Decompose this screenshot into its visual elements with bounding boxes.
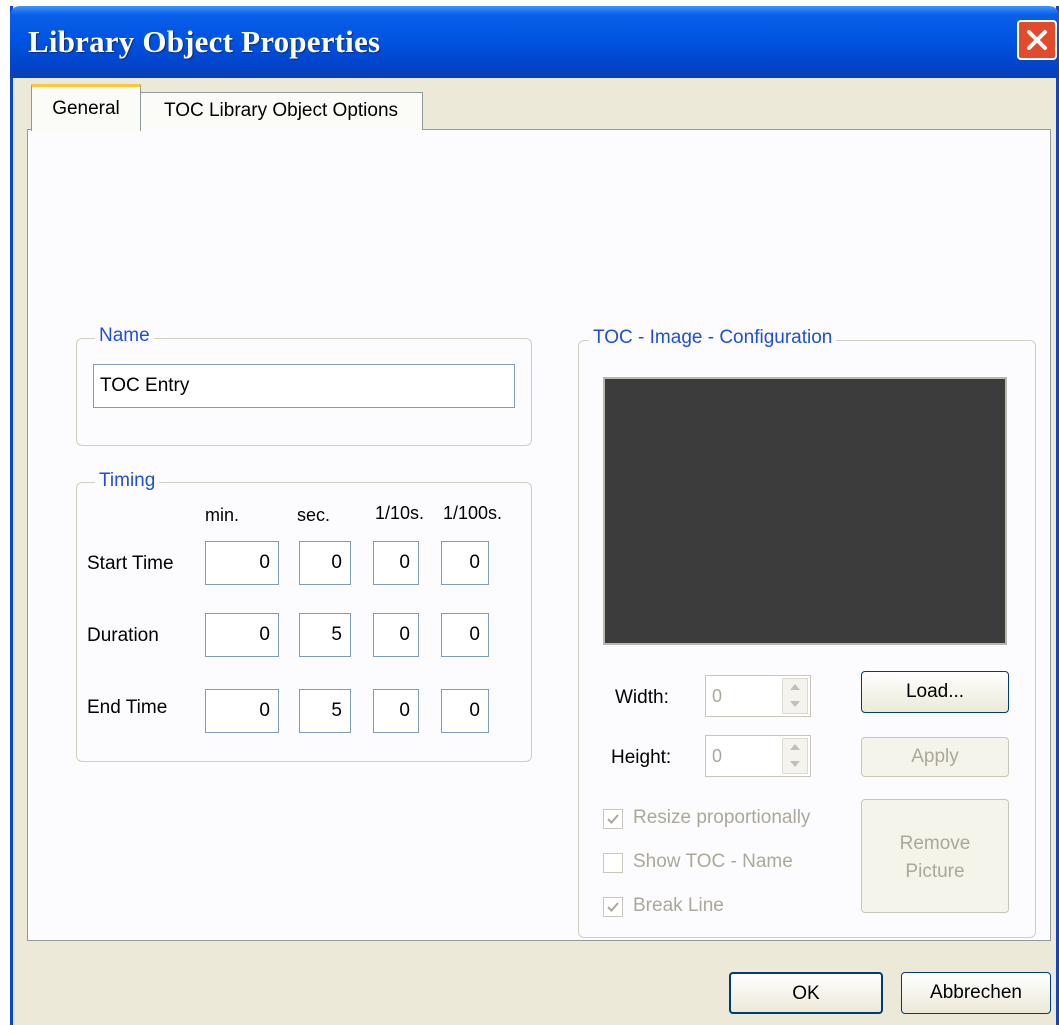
tab-toc-library-object-options[interactable]: TOC Library Object Options: [139, 92, 423, 130]
timing-group-legend: Timing: [95, 470, 160, 492]
height-down-arrow-icon[interactable]: [783, 756, 807, 773]
resize-proportionally-checkbox[interactable]: [603, 809, 623, 829]
duration-min-field[interactable]: 0: [205, 613, 279, 657]
cancel-button[interactable]: Abbrechen: [901, 972, 1051, 1014]
title-bar[interactable]: Library Object Properties: [10, 6, 1059, 78]
close-button[interactable]: [1017, 20, 1057, 60]
image-preview: [603, 377, 1007, 645]
width-up-arrow-icon[interactable]: [783, 679, 807, 696]
width-value: 0: [712, 686, 723, 706]
start-time-sec-field[interactable]: 0: [299, 541, 351, 585]
toc-image-configuration-legend: TOC - Image - Configuration: [589, 327, 837, 349]
height-value: 0: [712, 746, 723, 766]
resize-proportionally-label: Resize proportionally: [633, 807, 811, 828]
column-header-tenth: 1/10s.: [375, 503, 425, 523]
start-time-min-field[interactable]: 0: [205, 541, 279, 585]
width-label: Width:: [615, 687, 669, 708]
apply-button[interactable]: Apply: [861, 737, 1009, 777]
name-input[interactable]: TOC Entry: [93, 364, 515, 408]
close-icon: [1027, 30, 1047, 50]
toc-image-configuration-group: TOC - Image - Configuration Width: 0 Hei…: [578, 327, 1036, 938]
duration-hundredth-field[interactable]: 0: [441, 613, 489, 657]
end-time-label: End Time: [87, 697, 168, 718]
check-icon: [607, 902, 619, 912]
height-up-arrow-icon[interactable]: [783, 739, 807, 756]
column-header-hundredth: 1/100s.: [443, 503, 503, 523]
duration-label: Duration: [87, 625, 159, 646]
window-title: Library Object Properties: [28, 24, 381, 59]
tab-panel-general: Name TOC Entry Timing min. sec. 1/10s. 1…: [27, 129, 1051, 941]
duration-tenth-field[interactable]: 0: [373, 613, 419, 657]
check-icon: [607, 814, 619, 824]
width-spinner[interactable]: 0: [705, 675, 811, 717]
end-time-sec-field[interactable]: 5: [299, 689, 351, 733]
ok-button[interactable]: OK: [729, 972, 883, 1014]
name-group: Name TOC Entry: [76, 325, 532, 446]
column-header-sec: sec.: [297, 505, 331, 525]
remove-picture-button[interactable]: Remove Picture: [861, 799, 1009, 913]
start-time-tenth-field[interactable]: 0: [373, 541, 419, 585]
start-time-label: Start Time: [87, 553, 174, 574]
dialog-window: Library Object Properties General TOC Li…: [10, 6, 1059, 1025]
show-toc-name-label: Show TOC - Name: [633, 851, 793, 872]
column-header-min: min.: [205, 505, 240, 525]
height-label: Height:: [611, 747, 672, 768]
height-spinner[interactable]: 0: [705, 735, 811, 777]
name-group-legend: Name: [95, 325, 154, 347]
end-time-min-field[interactable]: 0: [205, 689, 279, 733]
remove-picture-line1: Remove: [899, 833, 971, 854]
tab-general[interactable]: General: [31, 84, 141, 131]
load-button[interactable]: Load...: [861, 671, 1009, 713]
timing-group: Timing min. sec. 1/10s. 1/100s. Start Ti…: [76, 470, 532, 762]
width-down-arrow-icon[interactable]: [783, 696, 807, 713]
duration-sec-field[interactable]: 5: [299, 613, 351, 657]
end-time-tenth-field[interactable]: 0: [373, 689, 419, 733]
start-time-hundredth-field[interactable]: 0: [441, 541, 489, 585]
break-line-label: Break Line: [633, 895, 724, 916]
break-line-checkbox[interactable]: [603, 897, 623, 917]
show-toc-name-checkbox[interactable]: [603, 853, 623, 873]
dialog-footer: OK Abbrechen: [13, 946, 1056, 1016]
end-time-hundredth-field[interactable]: 0: [441, 689, 489, 733]
remove-picture-line2: Picture: [905, 861, 965, 882]
